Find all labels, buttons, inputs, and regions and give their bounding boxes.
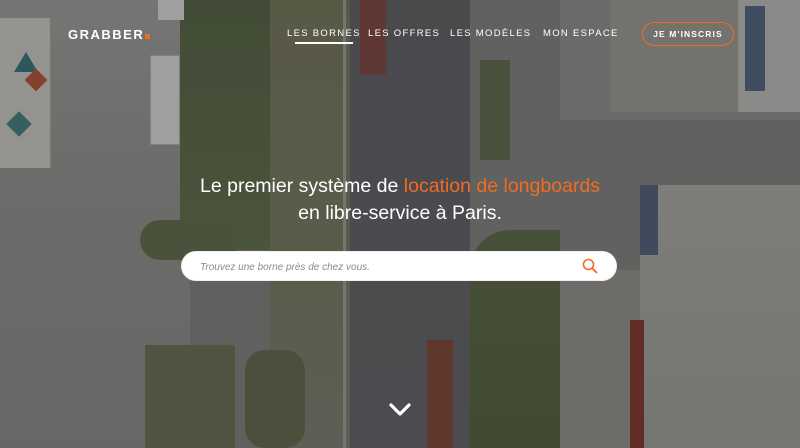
hero-section: GRABBER LES BORNES LES OFFRES LES MODÈLE… bbox=[0, 0, 800, 448]
top-navigation: GRABBER LES BORNES LES OFFRES LES MODÈLE… bbox=[0, 0, 800, 68]
headline-accent: location de longboards bbox=[403, 175, 600, 197]
headline-text-1: Le premier système de bbox=[200, 175, 404, 197]
nav-item-les-modeles[interactable]: LES MODÈLES bbox=[450, 28, 531, 39]
logo-dot bbox=[145, 34, 151, 39]
search-bar bbox=[181, 251, 617, 282]
nav-item-mon-espace[interactable]: MON ESPACE bbox=[543, 28, 619, 39]
signup-button[interactable]: JE M'INSCRIS bbox=[642, 22, 734, 46]
nav-item-les-bornes[interactable]: LES BORNES bbox=[287, 28, 361, 44]
search-input[interactable] bbox=[200, 252, 580, 282]
search-icon[interactable] bbox=[581, 257, 599, 275]
hero-headline: Le premier système de location de longbo… bbox=[0, 173, 800, 227]
nav-item-les-offres[interactable]: LES OFFRES bbox=[368, 28, 440, 39]
headline-text-2: en libre-service à Paris. bbox=[298, 202, 502, 224]
brand-name: GRABBER bbox=[68, 27, 145, 42]
brand-logo[interactable]: GRABBER bbox=[68, 27, 151, 42]
chevron-down-icon[interactable] bbox=[388, 402, 412, 418]
